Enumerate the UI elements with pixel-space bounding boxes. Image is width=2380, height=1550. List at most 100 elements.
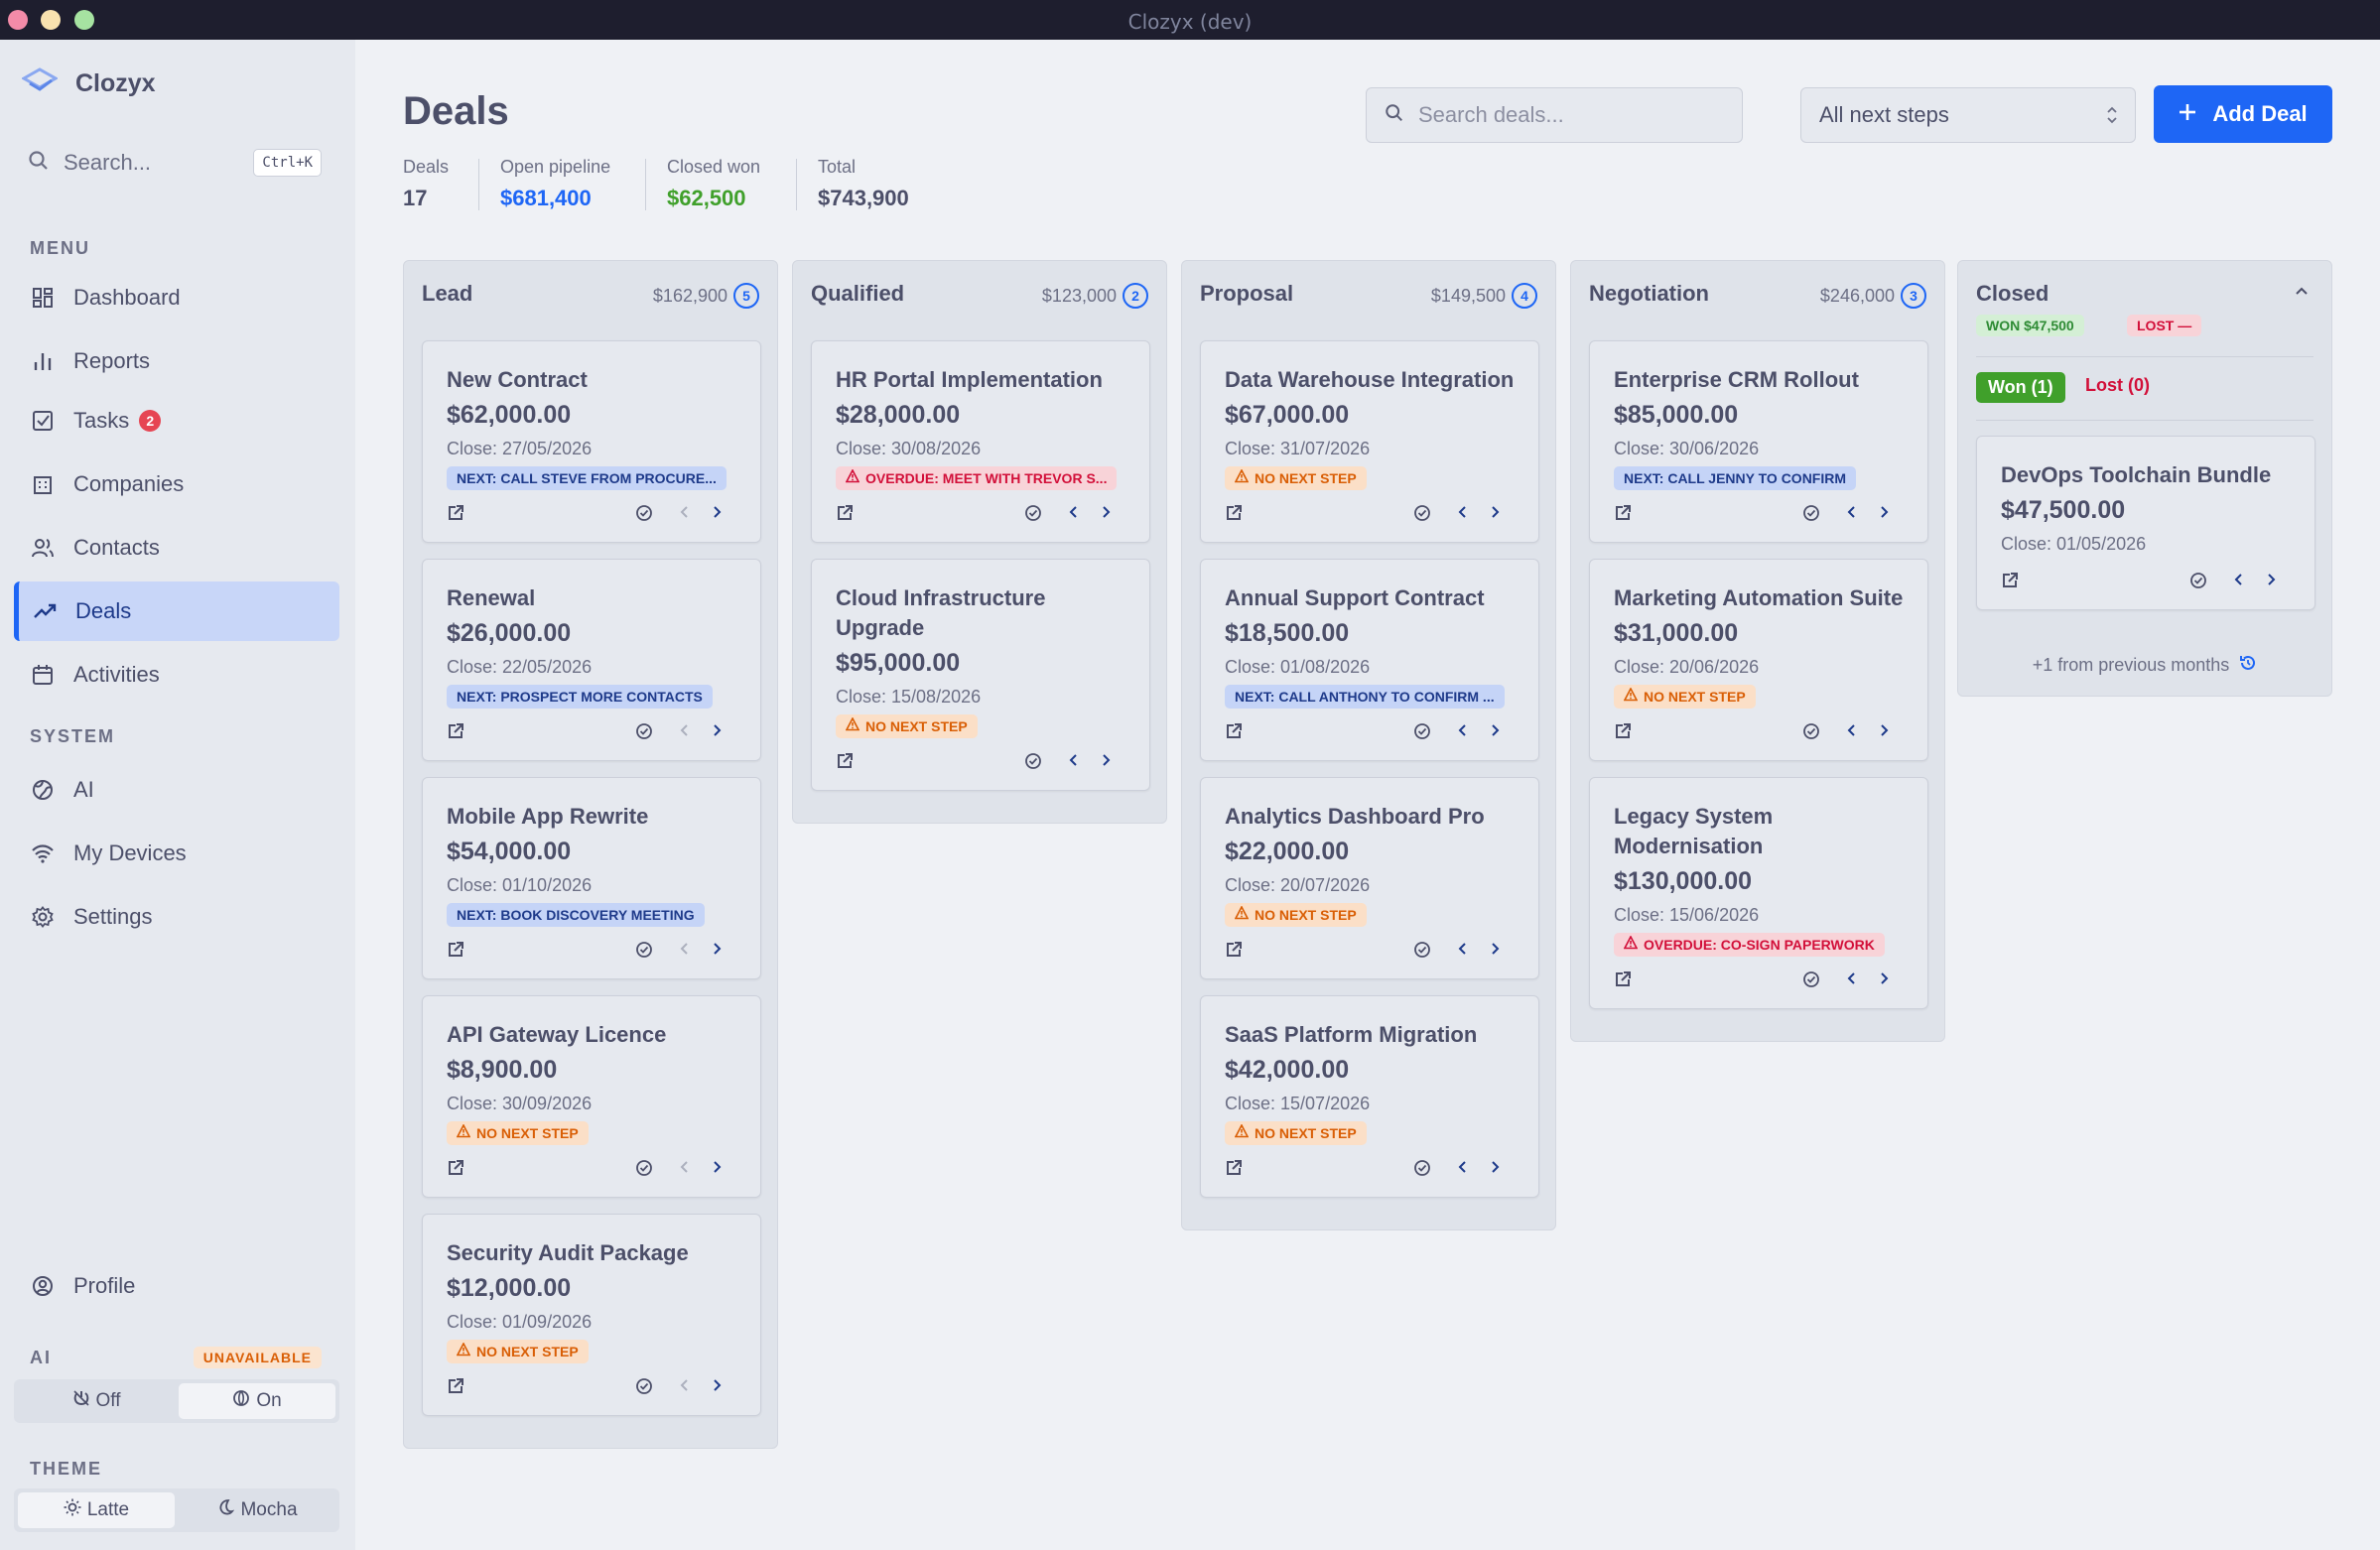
mark-done-icon[interactable] — [635, 941, 653, 964]
sidebar-item-label: My Devices — [73, 840, 187, 865]
move-prev-stage-icon[interactable] — [679, 1377, 691, 1398]
theme-latte-option[interactable]: Latte — [18, 1492, 175, 1528]
deal-card[interactable]: Cloud Infrastructure Upgrade $95,000.00 Cl… — [811, 559, 1150, 791]
mark-done-icon[interactable] — [635, 504, 653, 527]
move-prev-stage-icon[interactable] — [2233, 572, 2245, 592]
sidebar-item-profile[interactable]: Profile — [14, 1256, 339, 1316]
deal-card[interactable]: Legacy System Modernisation $130,000.00 Cl… — [1589, 777, 1928, 1009]
open-external-icon[interactable] — [836, 752, 854, 775]
previous-months-link[interactable]: +1 from previous months — [1958, 654, 2331, 677]
mark-done-icon[interactable] — [1413, 941, 1431, 964]
mark-done-icon[interactable] — [1024, 504, 1042, 527]
ai-off-option[interactable]: Off — [18, 1383, 175, 1419]
deals-search-input[interactable]: Search deals... — [1366, 87, 1743, 143]
move-next-stage-icon[interactable] — [711, 1159, 723, 1180]
open-external-icon[interactable] — [1614, 722, 1632, 745]
tab-won[interactable]: Won (1) — [1976, 372, 2065, 403]
move-next-stage-icon[interactable] — [711, 722, 723, 743]
tab-lost[interactable]: Lost (0) — [2081, 375, 2154, 396]
mark-done-icon[interactable] — [1024, 752, 1042, 775]
sidebar-item-deals[interactable]: Deals — [14, 581, 339, 641]
deal-card[interactable]: Data Warehouse Integration $67,000.00 Clos… — [1200, 340, 1539, 543]
mark-done-icon[interactable] — [2189, 572, 2207, 594]
move-next-stage-icon[interactable] — [2265, 572, 2277, 592]
sidebar-item-my-devices[interactable]: My Devices — [14, 824, 339, 883]
move-next-stage-icon[interactable] — [711, 504, 723, 525]
mark-done-icon[interactable] — [1413, 722, 1431, 745]
sidebar-item-companies[interactable]: Companies — [14, 454, 339, 514]
open-external-icon[interactable] — [1225, 504, 1243, 527]
move-next-stage-icon[interactable] — [1878, 722, 1890, 743]
open-external-icon[interactable] — [447, 504, 464, 527]
sidebar-item-dashboard[interactable]: Dashboard — [14, 268, 339, 327]
theme-mocha-option[interactable]: Mocha — [179, 1492, 335, 1528]
mark-done-icon[interactable] — [635, 722, 653, 745]
open-external-icon[interactable] — [2001, 572, 2019, 594]
mark-done-icon[interactable] — [1802, 504, 1820, 527]
open-external-icon[interactable] — [1614, 970, 1632, 993]
open-external-icon[interactable] — [1614, 504, 1632, 527]
open-external-icon[interactable] — [447, 722, 464, 745]
deal-card[interactable]: DevOps Toolchain Bundle $47,500.00 Close: … — [1976, 436, 2315, 610]
deal-card[interactable]: Analytics Dashboard Pro $22,000.00 Close: … — [1200, 777, 1539, 979]
open-external-icon[interactable] — [447, 1377, 464, 1400]
deal-card[interactable]: Renewal $26,000.00 Close: 22/05/2026 NEXT: … — [422, 559, 761, 761]
deal-card[interactable]: SaaS Platform Migration $42,000.00 Close: … — [1200, 995, 1539, 1198]
open-external-icon[interactable] — [836, 504, 854, 527]
deal-card[interactable]: Security Audit Package $12,000.00 Close: 0… — [422, 1214, 761, 1416]
move-prev-stage-icon[interactable] — [1846, 504, 1858, 525]
move-prev-stage-icon[interactable] — [1846, 722, 1858, 743]
open-external-icon[interactable] — [1225, 941, 1243, 964]
brand[interactable]: Clozyx — [20, 65, 156, 101]
mark-done-icon[interactable] — [1802, 970, 1820, 993]
sidebar-item-activities[interactable]: Activities — [14, 645, 339, 705]
move-prev-stage-icon[interactable] — [679, 1159, 691, 1180]
open-external-icon[interactable] — [447, 941, 464, 964]
move-next-stage-icon[interactable] — [1100, 752, 1112, 773]
deal-card[interactable]: HR Portal Implementation $28,000.00 Close:… — [811, 340, 1150, 543]
move-prev-stage-icon[interactable] — [1068, 752, 1080, 773]
mark-done-icon[interactable] — [1413, 504, 1431, 527]
deal-card[interactable]: Annual Support Contract $18,500.00 Close: … — [1200, 559, 1539, 761]
sidebar-search[interactable]: Search... Ctrl+K — [28, 143, 324, 183]
move-prev-stage-icon[interactable] — [1457, 504, 1469, 525]
open-external-icon[interactable] — [1225, 1159, 1243, 1182]
move-next-stage-icon[interactable] — [1489, 941, 1501, 962]
mark-done-icon[interactable] — [1413, 1159, 1431, 1182]
move-prev-stage-icon[interactable] — [1457, 1159, 1469, 1180]
deal-card[interactable]: New Contract $62,000.00 Close: 27/05/2026 N… — [422, 340, 761, 543]
open-external-icon[interactable] — [447, 1159, 464, 1182]
deal-card[interactable]: API Gateway Licence $8,900.00 Close: 30/09… — [422, 995, 761, 1198]
next-steps-filter[interactable]: All next steps — [1800, 87, 2136, 143]
move-next-stage-icon[interactable] — [1489, 722, 1501, 743]
move-next-stage-icon[interactable] — [1878, 970, 1890, 991]
mark-done-icon[interactable] — [1802, 722, 1820, 745]
move-next-stage-icon[interactable] — [1489, 1159, 1501, 1180]
add-deal-button[interactable]: Add Deal — [2154, 85, 2332, 143]
open-external-icon[interactable] — [1225, 722, 1243, 745]
chevron-up-icon[interactable] — [2294, 283, 2310, 304]
sidebar-item-tasks[interactable]: Tasks 2 — [14, 391, 339, 451]
deal-card[interactable]: Enterprise CRM Rollout $85,000.00 Close: 3… — [1589, 340, 1928, 543]
move-prev-stage-icon[interactable] — [679, 722, 691, 743]
move-prev-stage-icon[interactable] — [1846, 970, 1858, 991]
move-prev-stage-icon[interactable] — [679, 504, 691, 525]
move-next-stage-icon[interactable] — [1489, 504, 1501, 525]
ai-on-option[interactable]: On — [179, 1383, 335, 1419]
move-next-stage-icon[interactable] — [1100, 504, 1112, 525]
move-prev-stage-icon[interactable] — [1457, 722, 1469, 743]
move-next-stage-icon[interactable] — [1878, 504, 1890, 525]
mark-done-icon[interactable] — [635, 1377, 653, 1400]
move-prev-stage-icon[interactable] — [1068, 504, 1080, 525]
move-prev-stage-icon[interactable] — [679, 941, 691, 962]
move-next-stage-icon[interactable] — [711, 941, 723, 962]
sidebar-item-ai[interactable]: AI — [14, 760, 339, 820]
deal-card[interactable]: Mobile App Rewrite $54,000.00 Close: 01/10… — [422, 777, 761, 979]
deal-card[interactable]: Marketing Automation Suite $31,000.00 Clos… — [1589, 559, 1928, 761]
move-next-stage-icon[interactable] — [711, 1377, 723, 1398]
move-prev-stage-icon[interactable] — [1457, 941, 1469, 962]
mark-done-icon[interactable] — [635, 1159, 653, 1182]
sidebar-item-contacts[interactable]: Contacts — [14, 518, 339, 578]
sidebar-item-reports[interactable]: Reports — [14, 331, 339, 391]
sidebar-item-settings[interactable]: Settings — [14, 887, 339, 947]
